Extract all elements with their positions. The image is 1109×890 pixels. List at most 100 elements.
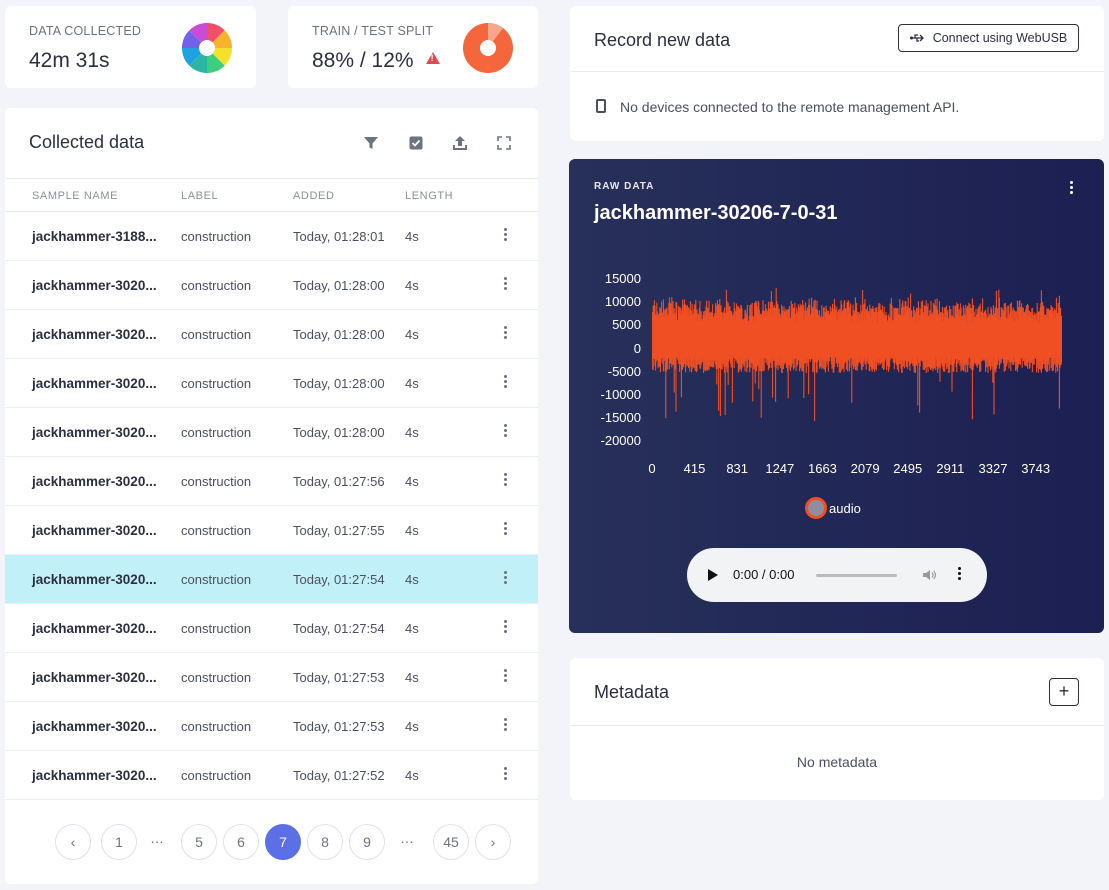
- raw-sample-name: jackhammer-30206-7-0-31: [594, 202, 838, 224]
- add-metadata-button[interactable]: +: [1049, 678, 1079, 706]
- page-button[interactable]: 6: [223, 824, 259, 860]
- table-row[interactable]: jackhammer-3020... construction Today, 01:…: [5, 310, 538, 359]
- length-cell: 4s: [405, 621, 419, 636]
- table-row[interactable]: jackhammer-3020... construction Today, 01:…: [5, 506, 538, 555]
- label-cell: construction: [181, 621, 252, 636]
- data-collected-label: DATA COLLECTED: [29, 24, 142, 38]
- train-test-split-row: 88% / 12%: [312, 49, 440, 73]
- connect-webusb-button[interactable]: Connect using WebUSB: [898, 24, 1079, 52]
- table-row[interactable]: jackhammer-3020... construction Today, 01:…: [5, 653, 538, 702]
- page-button[interactable]: 1: [101, 824, 137, 860]
- warning-icon[interactable]: [425, 52, 440, 64]
- chevron-right-icon[interactable]: ›: [475, 824, 511, 860]
- row-menu-icon[interactable]: [500, 718, 510, 736]
- row-menu-icon[interactable]: [500, 571, 510, 589]
- table-row[interactable]: jackhammer-3020... construction Today, 01:…: [5, 604, 538, 653]
- legend-label: audio: [829, 500, 861, 516]
- length-cell: 4s: [405, 376, 419, 391]
- added-cell: Today, 01:28:00: [293, 376, 385, 391]
- expand-icon[interactable]: [494, 133, 514, 153]
- play-icon[interactable]: [708, 569, 718, 581]
- row-menu-icon[interactable]: [500, 277, 510, 295]
- x-tick-label: 0: [648, 461, 656, 476]
- collected-data-panel: Collected data SAMPLE NAME LABEL ADDED L…: [5, 108, 538, 884]
- added-cell: Today, 01:27:54: [293, 572, 385, 587]
- added-cell: Today, 01:27:55: [293, 523, 385, 538]
- table-row[interactable]: jackhammer-3020... construction Today, 01:…: [5, 408, 538, 457]
- column-added[interactable]: ADDED: [293, 190, 335, 202]
- data-collected-pie-icon: [182, 23, 232, 73]
- page-button[interactable]: 45: [433, 824, 469, 860]
- audio-waveform[interactable]: [652, 267, 1062, 467]
- row-menu-icon[interactable]: [500, 228, 510, 246]
- added-cell: Today, 01:28:00: [293, 327, 385, 342]
- label-cell: construction: [181, 376, 252, 391]
- row-menu-icon[interactable]: [500, 375, 510, 393]
- x-tick-label: 3743: [1021, 461, 1051, 476]
- sample-name-cell: jackhammer-3188...: [32, 229, 157, 244]
- chevron-left-icon[interactable]: ‹: [55, 824, 91, 860]
- audio-player: 0:00 / 0:00: [687, 548, 987, 602]
- y-tick-label: -15000: [600, 410, 641, 426]
- filter-icon[interactable]: [361, 133, 381, 153]
- y-tick-label: 15000: [604, 271, 641, 286]
- label-cell: construction: [181, 474, 252, 489]
- record-new-data-panel: Record new data Connect using WebUSB No …: [570, 6, 1104, 141]
- table-row[interactable]: jackhammer-3020... construction Today, 01:…: [5, 359, 538, 408]
- column-length[interactable]: LENGTH: [405, 190, 453, 202]
- length-cell: 4s: [405, 523, 419, 538]
- upload-icon[interactable]: [450, 133, 470, 153]
- row-menu-icon[interactable]: [500, 620, 510, 638]
- raw-data-menu-icon[interactable]: [1066, 181, 1076, 197]
- sample-name-cell: jackhammer-3020...: [32, 376, 157, 391]
- row-menu-icon[interactable]: [500, 326, 510, 344]
- table-row[interactable]: jackhammer-3020... construction Today, 01:…: [5, 555, 538, 604]
- page-button[interactable]: 5: [181, 824, 217, 860]
- sample-name-cell: jackhammer-3020...: [32, 278, 157, 293]
- added-cell: Today, 01:27:56: [293, 474, 385, 489]
- x-tick-label: 2495: [893, 461, 923, 476]
- row-menu-icon[interactable]: [500, 767, 510, 785]
- row-menu-icon[interactable]: [500, 522, 510, 540]
- table-row[interactable]: jackhammer-3020... construction Today, 01:…: [5, 751, 538, 800]
- label-cell: construction: [181, 327, 252, 342]
- x-tick-label: 2911: [936, 461, 965, 476]
- column-sample-name[interactable]: SAMPLE NAME: [32, 190, 118, 202]
- length-cell: 4s: [405, 229, 419, 244]
- audio-progress-bar[interactable]: [816, 574, 897, 577]
- row-menu-icon[interactable]: [500, 424, 510, 442]
- metadata-panel: Metadata + No metadata: [570, 658, 1104, 800]
- length-cell: 4s: [405, 425, 419, 440]
- chart-legend-audio[interactable]: audio: [805, 497, 861, 519]
- audio-more-icon[interactable]: [956, 567, 962, 583]
- pagination-ellipsis: …: [400, 830, 414, 846]
- page-button[interactable]: 8: [307, 824, 343, 860]
- page-button[interactable]: 9: [349, 824, 385, 860]
- y-tick-label: 10000: [604, 294, 641, 310]
- usb-icon: [909, 34, 924, 42]
- table-row[interactable]: jackhammer-3020... construction Today, 01:…: [5, 457, 538, 506]
- train-test-split-pie-icon: [463, 23, 513, 73]
- raw-data-panel: RAW DATA jackhammer-30206-7-0-31 15000 10…: [569, 159, 1104, 633]
- row-menu-icon[interactable]: [500, 669, 510, 687]
- length-cell: 4s: [405, 768, 419, 783]
- metadata-empty-message: No metadata: [796, 754, 878, 770]
- collected-data-title: Collected data: [29, 132, 145, 152]
- pagination: ‹ 1 … 5 6 7 8 9 … 45 ›: [5, 824, 538, 860]
- length-cell: 4s: [405, 327, 419, 342]
- label-cell: construction: [181, 719, 252, 734]
- table-row[interactable]: jackhammer-3020... construction Today, 01:…: [5, 261, 538, 310]
- sample-name-cell: jackhammer-3020...: [32, 572, 157, 587]
- select-checkbox-icon[interactable]: [406, 133, 426, 153]
- added-cell: Today, 01:27:53: [293, 670, 385, 685]
- device-status-message: No devices connected to the remote manag…: [620, 99, 960, 115]
- metadata-title: Metadata: [594, 682, 670, 702]
- table-row[interactable]: jackhammer-3188... construction Today, 01:…: [5, 212, 538, 261]
- volume-icon[interactable]: [922, 568, 936, 582]
- length-cell: 4s: [405, 670, 419, 685]
- table-row[interactable]: jackhammer-3020... construction Today, 01:…: [5, 702, 538, 751]
- row-menu-icon[interactable]: [500, 473, 510, 491]
- page-button[interactable]: 7: [265, 824, 301, 860]
- column-label[interactable]: LABEL: [181, 190, 218, 202]
- y-tick-label: 0: [633, 340, 641, 356]
